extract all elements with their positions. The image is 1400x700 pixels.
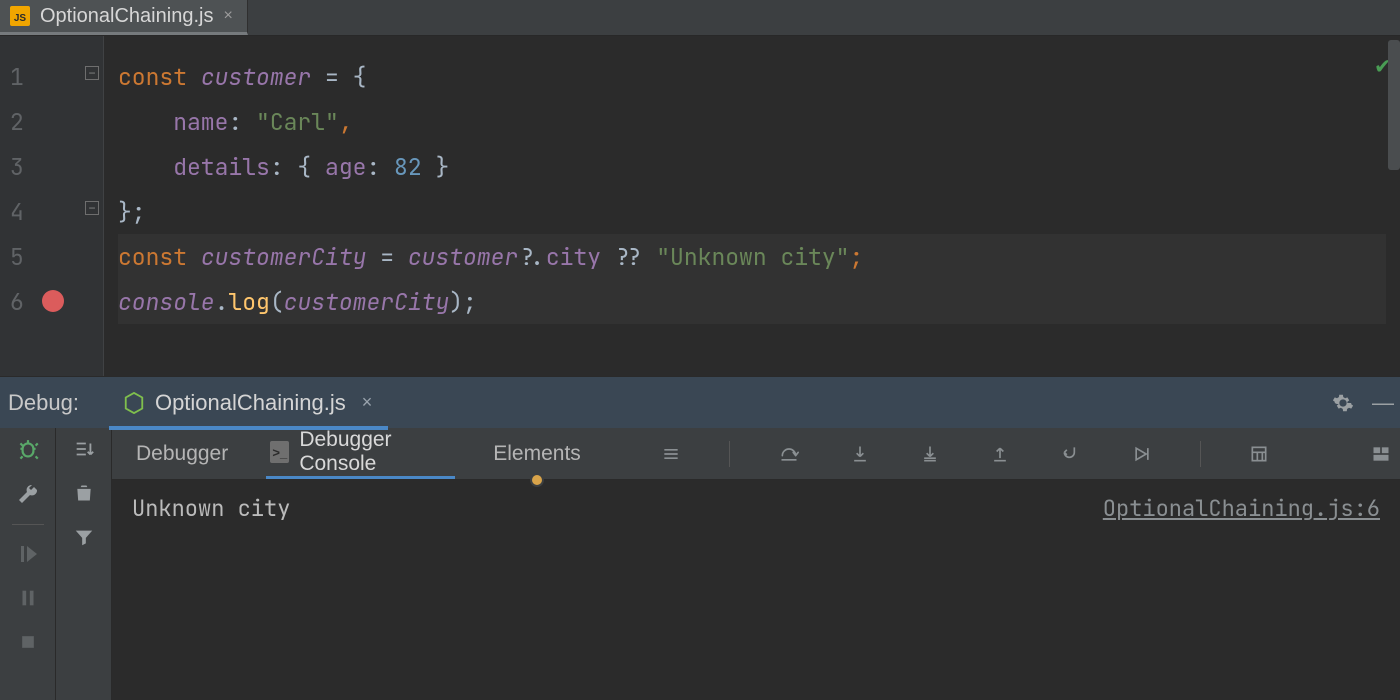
- code-line[interactable]: const customer = {: [118, 54, 1386, 99]
- layout-icon[interactable]: [1362, 444, 1400, 464]
- trash-icon[interactable]: [74, 482, 94, 504]
- code-line[interactable]: details: { age: 82 }: [118, 144, 1386, 189]
- code-editor[interactable]: 1 − 2 3 4 − 5 6 ✔ const customer = { name:…: [0, 36, 1400, 376]
- code-line[interactable]: name: "Carl",: [118, 99, 1386, 144]
- line-number: 6: [10, 287, 36, 317]
- close-tab-icon[interactable]: ×: [223, 7, 232, 25]
- stop-icon[interactable]: [13, 627, 43, 657]
- separator: [12, 524, 44, 525]
- scrollbar-thumb[interactable]: [1388, 40, 1400, 170]
- drop-frame-icon[interactable]: [1052, 444, 1090, 464]
- debug-tabs: Debugger >_ Debugger Console Elements: [112, 428, 1400, 480]
- debug-toolwindow: Debugger >_ Debugger Console Elements: [0, 428, 1400, 700]
- console-area: Debugger >_ Debugger Console Elements: [112, 428, 1400, 700]
- tab-elements[interactable]: Elements: [489, 428, 585, 479]
- separator: [1200, 441, 1201, 467]
- evaluate-icon[interactable]: [1241, 444, 1277, 464]
- fold-close-icon[interactable]: −: [85, 201, 99, 215]
- step-out-icon[interactable]: [982, 444, 1018, 464]
- nodejs-icon: [123, 392, 145, 414]
- run-to-cursor-icon[interactable]: [1124, 444, 1160, 464]
- tab-debugger-console[interactable]: >_ Debugger Console: [266, 428, 455, 479]
- threads-icon[interactable]: [653, 444, 689, 464]
- run-config-name: OptionalChaining.js: [155, 390, 346, 416]
- force-step-into-icon[interactable]: [912, 444, 948, 464]
- console-side-toolbar: [56, 428, 112, 700]
- resume-icon[interactable]: [13, 539, 43, 569]
- separator: [729, 441, 730, 467]
- console-message: Unknown city: [132, 494, 290, 523]
- close-run-tab-icon[interactable]: ×: [362, 392, 373, 413]
- editor-tab-filename: OptionalChaining.js: [40, 5, 213, 28]
- code-area[interactable]: ✔ const customer = { name: "Carl", detai…: [104, 36, 1400, 376]
- terminal-icon: >_: [270, 441, 289, 463]
- code-line[interactable]: console.log(customerCity);: [118, 279, 1386, 324]
- debug-toolwindow-header: Debug: OptionalChaining.js × —: [0, 376, 1400, 428]
- console-source-link[interactable]: OptionalChaining.js:6: [1103, 494, 1380, 523]
- debug-side-toolbar: [0, 428, 56, 700]
- js-file-icon: [10, 6, 30, 26]
- editor-tabstrip: OptionalChaining.js ×: [0, 0, 1400, 36]
- filter-icon[interactable]: [73, 526, 95, 548]
- settings-icon[interactable]: [1332, 392, 1366, 414]
- code-line[interactable]: };: [118, 189, 1386, 234]
- debug-label: Debug:: [6, 390, 109, 416]
- minimize-icon[interactable]: —: [1366, 390, 1400, 416]
- code-line[interactable]: const customerCity = customer?.city ?? "…: [118, 234, 1386, 279]
- line-number: 5: [10, 242, 36, 272]
- wrench-icon[interactable]: [13, 480, 43, 510]
- breakpoint-icon[interactable]: [42, 290, 64, 312]
- line-number: 3: [10, 152, 36, 182]
- run-config-tab[interactable]: OptionalChaining.js ×: [109, 379, 388, 430]
- tab-debugger[interactable]: Debugger: [132, 428, 232, 479]
- step-into-icon[interactable]: [842, 444, 878, 464]
- line-number: 2: [10, 107, 36, 137]
- pause-icon[interactable]: [13, 583, 43, 613]
- fold-open-icon[interactable]: −: [85, 66, 99, 80]
- rerun-debug-icon[interactable]: [13, 436, 43, 466]
- step-over-icon[interactable]: [770, 444, 808, 464]
- console-output[interactable]: Unknown city OptionalChaining.js:6: [112, 480, 1400, 700]
- line-number: 1: [10, 62, 36, 92]
- editor-tab[interactable]: OptionalChaining.js ×: [0, 0, 248, 35]
- gutter[interactable]: 1 − 2 3 4 − 5 6: [0, 36, 104, 376]
- line-number: 4: [10, 197, 36, 227]
- scroll-to-end-icon[interactable]: [73, 438, 95, 460]
